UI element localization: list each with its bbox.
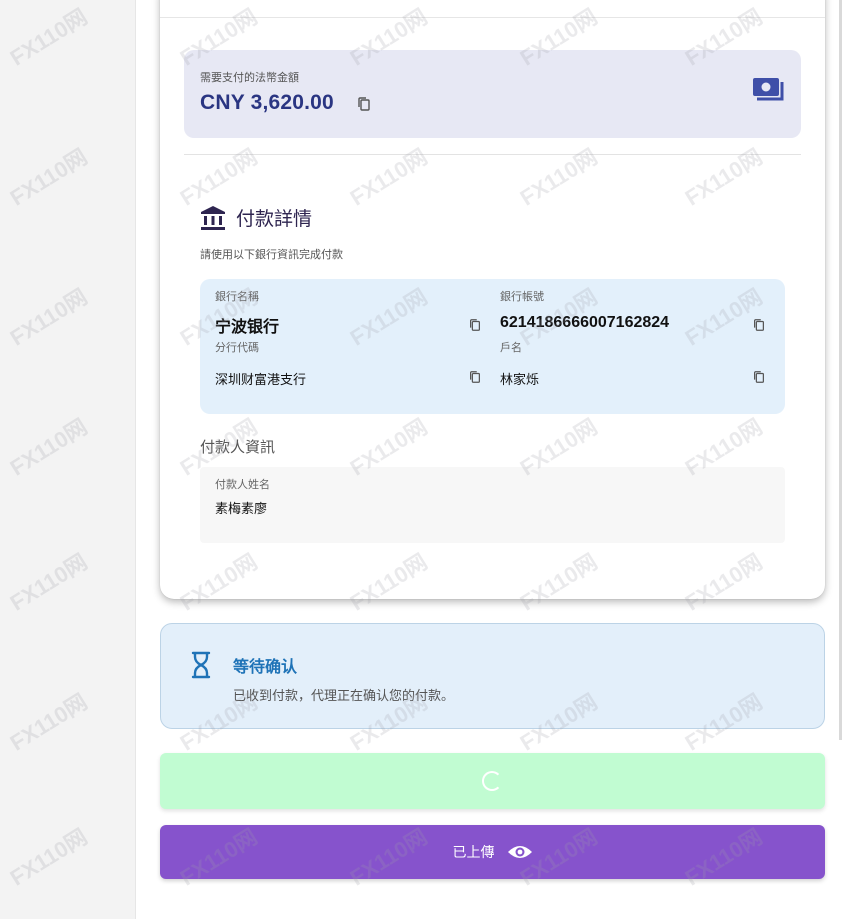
submit-button-loading[interactable] bbox=[160, 753, 825, 809]
account-holder-label: 戶名 bbox=[500, 341, 522, 354]
uploaded-button[interactable]: 已上傳 bbox=[160, 825, 825, 879]
account-number-value: 6214186666007162824 bbox=[500, 314, 670, 331]
hourglass-icon bbox=[191, 651, 211, 679]
status-box: 等待确认 已收到付款，代理正在确认您的付款。 bbox=[160, 623, 825, 729]
bank-info-box: 銀行名稱 宁波银行 銀行帳號 6214186666007162824 分行代碼 … bbox=[200, 279, 785, 414]
copy-icon[interactable] bbox=[356, 96, 372, 112]
payer-name-label: 付款人姓名 bbox=[215, 478, 270, 491]
bank-name-label: 銀行名稱 bbox=[215, 290, 259, 303]
amount-label: 需要支付的法幣金額 bbox=[200, 71, 299, 84]
payment-card: 需要支付的法幣金額 CNY 3,620.00 付款詳情 請使用以下銀行資訊完成付… bbox=[160, 0, 825, 599]
loading-spinner-icon bbox=[482, 771, 502, 791]
payment-details-header: 付款詳情 bbox=[200, 204, 312, 231]
copy-icon[interactable] bbox=[752, 318, 766, 332]
branch-code-label: 分行代碼 bbox=[215, 341, 259, 354]
payer-name-value: 素梅素廖 bbox=[215, 502, 268, 517]
copy-icon[interactable] bbox=[468, 318, 482, 332]
top-divider bbox=[160, 17, 825, 18]
money-icon bbox=[753, 78, 784, 101]
copy-icon[interactable] bbox=[468, 370, 482, 384]
account-holder-value: 林家烁 bbox=[500, 373, 540, 388]
uploaded-label: 已上傳 bbox=[452, 845, 495, 861]
eye-icon bbox=[507, 846, 532, 858]
section-divider bbox=[184, 154, 801, 155]
payment-details-title: 付款詳情 bbox=[236, 208, 313, 230]
copy-icon[interactable] bbox=[752, 370, 766, 384]
left-gutter bbox=[0, 0, 136, 919]
payer-info-heading: 付款人資訊 bbox=[200, 438, 276, 456]
status-description: 已收到付款，代理正在确认您的付款。 bbox=[233, 689, 455, 704]
branch-value: 深圳财富港支行 bbox=[215, 373, 307, 388]
bank-icon bbox=[201, 205, 225, 230]
amount-box: 需要支付的法幣金額 CNY 3,620.00 bbox=[184, 50, 801, 138]
status-title: 等待确认 bbox=[233, 657, 298, 676]
account-number-label: 銀行帳號 bbox=[500, 290, 544, 303]
amount-value: CNY 3,620.00 bbox=[200, 91, 334, 114]
bank-name-value: 宁波银行 bbox=[215, 317, 280, 336]
payment-details-subtitle: 請使用以下銀行資訊完成付款 bbox=[200, 248, 343, 261]
payer-info-box: 付款人姓名 素梅素廖 bbox=[200, 467, 785, 543]
